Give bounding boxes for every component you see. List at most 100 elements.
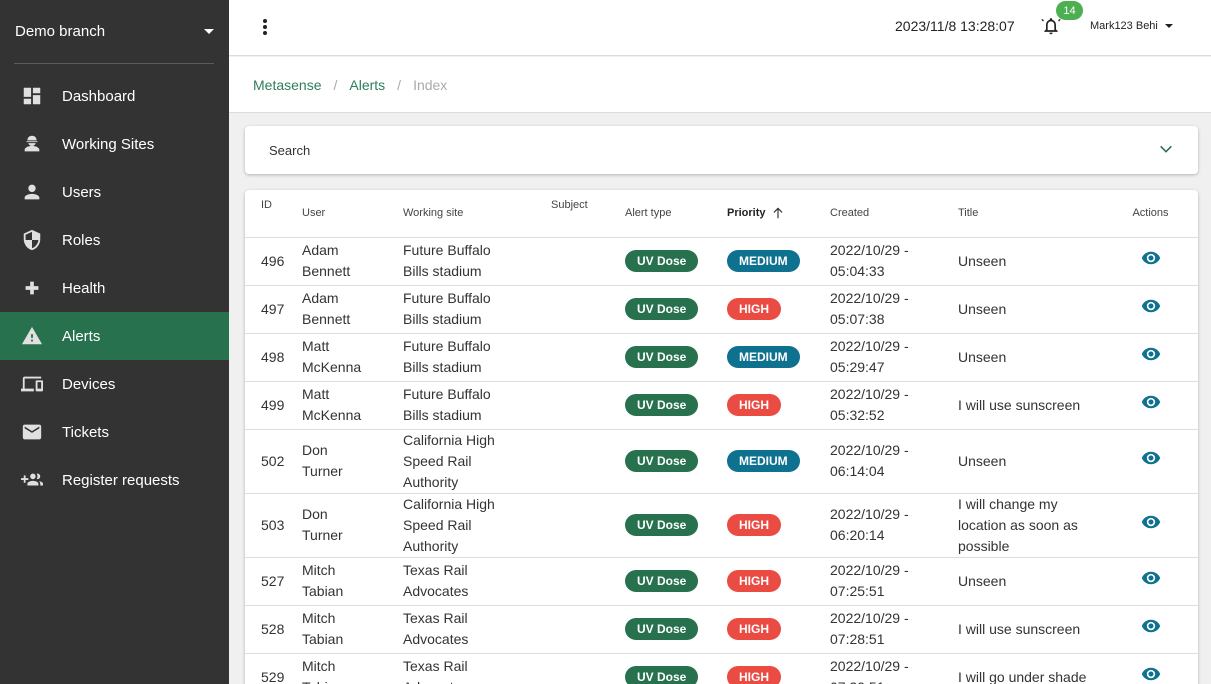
sidebar-item-users[interactable]: Users — [0, 168, 229, 216]
view-eye-icon[interactable] — [1141, 568, 1161, 594]
cell-subject — [551, 285, 625, 334]
site-line: Future Buffalo — [403, 242, 491, 258]
branch-selector[interactable]: Demo branch — [0, 0, 229, 63]
table-row: 499 Matt McKenna Future Buffalo Bills stadiu… — [245, 381, 1198, 430]
cell-id: 499 — [245, 381, 302, 430]
cell-user: Adam Bennett — [302, 285, 403, 334]
view-eye-icon[interactable] — [1141, 512, 1161, 538]
header-created[interactable]: Created — [830, 190, 958, 238]
cell-working-site: Future Buffalo Bills stadium — [403, 285, 551, 334]
site-line: California High — [403, 495, 495, 512]
cell-working-site: Future Buffalo Bills stadium — [403, 333, 551, 382]
site-line: Authority — [403, 537, 459, 554]
priority-badge: HIGH — [727, 570, 781, 592]
header-working-site[interactable]: Working site — [403, 190, 551, 238]
header-title[interactable]: Title — [958, 190, 1103, 238]
sidebar-item-health[interactable]: Health — [0, 264, 229, 312]
sidebar-item-tickets[interactable]: Tickets — [0, 408, 229, 456]
site-line: California High — [403, 431, 495, 448]
site-line: Bills stadium — [403, 359, 482, 375]
sidebar-item-working-sites[interactable]: Working Sites — [0, 120, 229, 168]
user-first: Adam — [302, 242, 339, 258]
view-eye-icon[interactable] — [1141, 616, 1161, 642]
created-time: 07:25:51 — [830, 583, 885, 599]
more-vert-icon[interactable] — [261, 17, 269, 37]
header-user[interactable]: User — [302, 190, 403, 238]
site-line: Future Buffalo — [403, 338, 491, 354]
cell-created: 2022/10/29 - 05:29:47 — [830, 333, 958, 382]
cell-user: Matt McKenna — [302, 381, 403, 430]
site-line: Speed Rail — [403, 516, 472, 533]
warning-icon — [21, 325, 43, 347]
site-line: Advocates — [403, 583, 469, 599]
cell-id: 496 — [245, 237, 302, 286]
sidebar-item-dashboard[interactable]: Dashboard — [0, 72, 229, 120]
cell-priority: HIGH — [727, 557, 830, 606]
cell-id: 502 — [245, 429, 302, 494]
cell-title: Unseen — [958, 557, 1103, 606]
sidebar-item-label: Health — [62, 279, 106, 297]
user-menu[interactable]: Mark123 Behi — [1090, 20, 1173, 32]
sidebar-item-label: Devices — [62, 375, 116, 393]
cell-subject — [551, 653, 625, 684]
view-eye-icon[interactable] — [1141, 448, 1161, 474]
site-line: Texas Rail — [403, 610, 468, 626]
user-last: Tabian — [302, 583, 344, 599]
created-date: 2022/10/29 - — [830, 442, 909, 458]
cell-created: 2022/10/29 - 07:30:51 — [830, 653, 958, 684]
user-name: Mark123 Behi — [1090, 20, 1158, 32]
cell-title: I will go under shade — [958, 653, 1103, 684]
user-last: McKenna — [302, 359, 362, 375]
header-subject[interactable]: Subject — [551, 190, 625, 238]
cell-alert-type: UV Dose — [625, 557, 727, 606]
cell-subject — [551, 429, 625, 494]
table-row: 503 Don Turner California High Speed Rail Aut… — [245, 493, 1198, 558]
notification-bell-icon[interactable] — [1041, 16, 1063, 38]
breadcrumb-section[interactable]: Alerts — [349, 77, 385, 93]
cell-id: 527 — [245, 557, 302, 606]
cell-priority: HIGH — [727, 653, 830, 684]
view-eye-icon[interactable] — [1141, 392, 1161, 418]
chevron-down-icon — [1158, 141, 1174, 160]
cell-priority: MEDIUM — [727, 429, 830, 494]
view-eye-icon[interactable] — [1141, 248, 1161, 274]
sidebar-item-alerts[interactable]: Alerts — [0, 312, 229, 360]
sidebar-item-register-requests[interactable]: Register requests — [0, 456, 229, 504]
cell-subject — [551, 237, 625, 286]
site-line: Authority — [403, 473, 459, 490]
alert-type-badge: UV Dose — [625, 618, 699, 640]
table-row: 497 Adam Bennett Future Buffalo Bills stadiu… — [245, 285, 1198, 334]
cell-title: Unseen — [958, 285, 1103, 334]
user-first: Matt — [302, 386, 330, 402]
caret-down-icon — [204, 29, 214, 34]
created-time: 07:28:51 — [830, 631, 885, 647]
header-alert-type[interactable]: Alert type — [625, 190, 727, 238]
header-priority[interactable]: Priority — [727, 190, 830, 238]
cell-created: 2022/10/29 - 05:32:52 — [830, 381, 958, 430]
breadcrumb-current: Index — [413, 76, 448, 93]
cell-priority: HIGH — [727, 381, 830, 430]
header-id[interactable]: ID — [245, 190, 302, 238]
cell-working-site: California High Speed Rail Authority — [403, 429, 551, 494]
cell-user: Mitch Tabian — [302, 605, 403, 654]
sidebar-item-devices[interactable]: Devices — [0, 360, 229, 408]
site-line: Texas Rail — [403, 562, 468, 578]
alert-type-badge: UV Dose — [625, 394, 699, 416]
table-row: 502 Don Turner California High Speed Rail Aut… — [245, 429, 1198, 494]
breadcrumb-root[interactable]: Metasense — [253, 77, 321, 93]
cell-priority: MEDIUM — [727, 237, 830, 286]
sidebar-item-roles[interactable]: Roles — [0, 216, 229, 264]
cell-title: I will use sunscreen — [958, 605, 1103, 654]
alert-type-badge: UV Dose — [625, 298, 699, 320]
view-eye-icon[interactable] — [1141, 296, 1161, 322]
user-last: Bennett — [302, 311, 351, 327]
view-eye-icon[interactable] — [1141, 344, 1161, 370]
view-eye-icon[interactable] — [1141, 664, 1161, 684]
cell-alert-type: UV Dose — [625, 653, 727, 684]
user-last: McKenna — [302, 407, 362, 423]
cell-alert-type: UV Dose — [625, 285, 727, 334]
cell-alert-type: UV Dose — [625, 333, 727, 382]
cell-created: 2022/10/29 - 06:14:04 — [830, 429, 958, 494]
cell-id: 498 — [245, 333, 302, 382]
search-panel-toggle[interactable]: Search — [245, 126, 1198, 174]
